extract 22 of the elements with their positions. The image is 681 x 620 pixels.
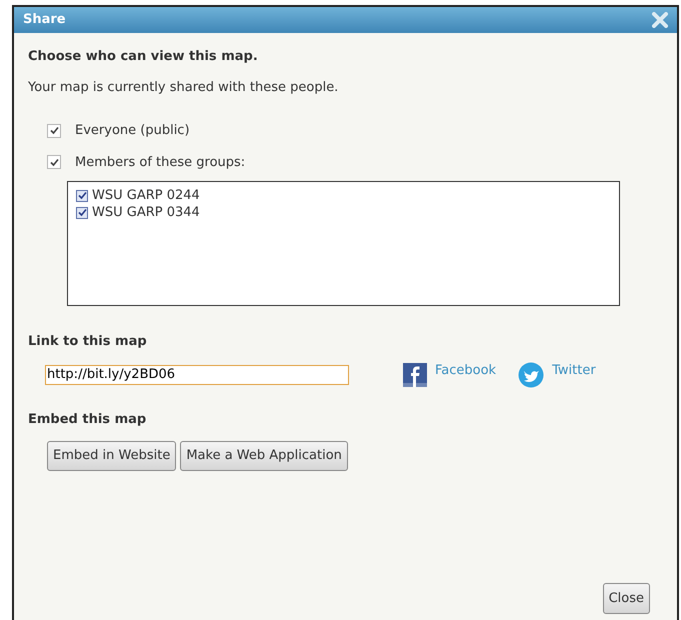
embed-button[interactable]: Make a Web Application xyxy=(180,441,348,471)
checkmark-icon xyxy=(50,158,58,167)
section-heading: Link to this map xyxy=(28,333,148,351)
close-icon[interactable] xyxy=(652,12,668,28)
link-field[interactable]: http://bit.ly/y2BD06 xyxy=(45,364,349,384)
section-heading: Embed this map xyxy=(28,410,148,428)
checkbox[interactable] xyxy=(47,155,61,170)
checkbox[interactable] xyxy=(47,124,61,138)
checkbox-label: Members of these groups: xyxy=(75,154,246,172)
section-heading: Choose who can view this map. xyxy=(28,48,259,66)
checkbox-label: Everyone (public) xyxy=(75,122,190,140)
window-title: Share xyxy=(23,11,66,30)
close-button[interactable]: Close xyxy=(602,583,650,614)
description: Your map is currently shared with these people. xyxy=(28,78,340,96)
group-label[interactable]: WSU GARP 0344 xyxy=(92,204,200,221)
checkmark-icon xyxy=(50,126,58,136)
checkbox[interactable] xyxy=(76,190,88,202)
group-label[interactable]: WSU GARP 0244 xyxy=(92,187,200,204)
embed-button[interactable]: Embed in Website xyxy=(47,441,176,471)
checkbox[interactable] xyxy=(76,206,88,218)
bird-icon[interactable] xyxy=(518,362,544,388)
facebook-icon[interactable] xyxy=(403,362,427,386)
